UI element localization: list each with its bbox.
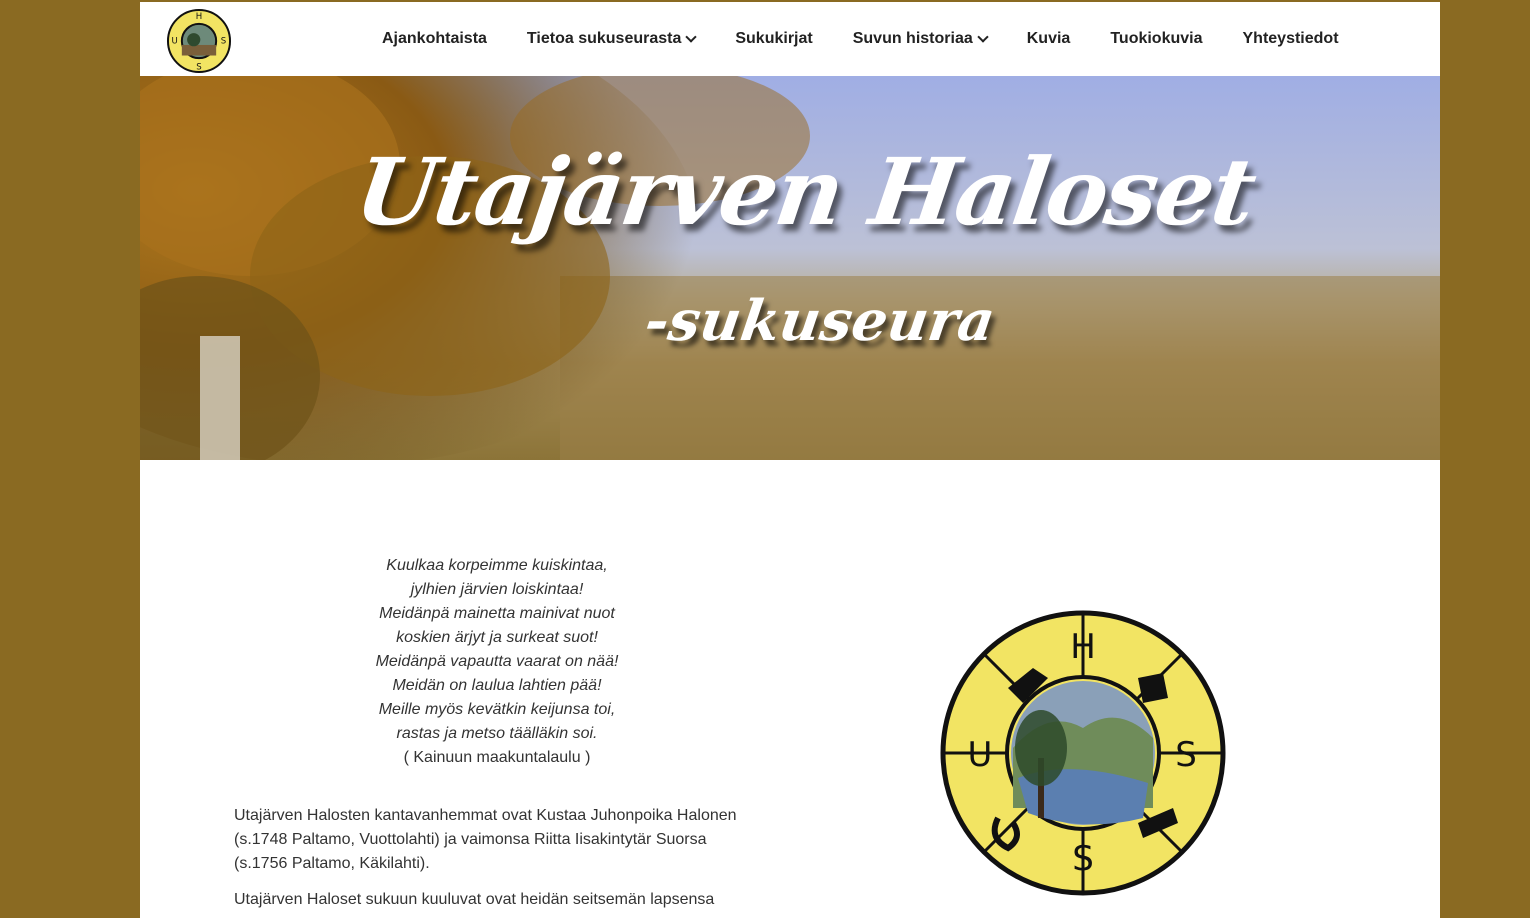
site-header: H U S S Ajankohtaista Tietoa sukuseurast… <box>140 2 1440 76</box>
svg-text:H: H <box>1070 627 1096 667</box>
nav-item-ajankohtaista[interactable]: Ajankohtaista <box>382 30 487 48</box>
intro-paragraph: Utajärven Haloset sukuun kuuluvat ovat h… <box>234 891 715 908</box>
svg-text:H: H <box>196 12 202 22</box>
poem-line: Meidänpä mainetta mainivat nuot <box>379 605 615 622</box>
poem: Kuulkaa korpeimme kuiskintaa, jylhien jä… <box>340 554 654 770</box>
main-nav: Ajankohtaista Tietoa sukuseurasta Sukuki… <box>362 2 1359 76</box>
nav-item-label: Kuvia <box>1026 30 1071 47</box>
nav-item-label: Sukukirjat <box>735 30 813 47</box>
nav-item-sukukirjat[interactable]: Sukukirjat <box>735 30 812 48</box>
nav-item-kuvia[interactable]: Kuvia <box>1027 30 1071 48</box>
intro-paragraph: Utajärven Halosten kantavanhemmat ovat K… <box>234 807 737 872</box>
svg-text:S: S <box>196 62 201 72</box>
hero-banner: Utajärven Haloset -sukuseura <box>140 76 1440 460</box>
nav-item-yhteystiedot[interactable]: Yhteystiedot <box>1243 30 1339 48</box>
nav-item-tuokiokuvia[interactable]: Tuokiokuvia <box>1110 30 1202 48</box>
nav-item-tietoa-sukuseurasta[interactable]: Tietoa sukuseurasta <box>526 30 698 48</box>
nav-item-label: Ajankohtaista <box>382 30 487 47</box>
nav-item-label: Tuokiokuvia <box>1110 30 1203 47</box>
svg-text:S: S <box>221 37 226 47</box>
poem-line: jylhien järvien loiskintaa! <box>410 581 584 598</box>
nav-item-suvun-historiaa[interactable]: Suvun historiaa <box>852 30 989 48</box>
svg-text:U: U <box>171 37 177 47</box>
hero-title: Utajärven Haloset <box>349 138 1261 246</box>
family-emblem: H U S S <box>940 610 1226 896</box>
page: H U S S Ajankohtaista Tietoa sukuseurast… <box>140 2 1440 918</box>
svg-text:S: S <box>1175 735 1197 775</box>
poem-line: Kuulkaa korpeimme kuiskintaa, <box>386 557 608 574</box>
chevron-down-icon <box>977 31 989 43</box>
poem-line: rastas ja metso täälläkin soi. <box>396 725 598 742</box>
chevron-down-icon <box>685 31 698 43</box>
poem-line: Meidän on laulua lahtien pää! <box>392 677 602 694</box>
intro-text: Utajärven Halosten kantavanhemmat ovat K… <box>234 804 754 918</box>
poem-line: Meille myös kevätkin keijunsa toi, <box>378 701 616 718</box>
nav-item-label: Suvun historiaa <box>852 30 973 47</box>
poem-line: Meidänpä vapautta vaarat on nää! <box>375 653 619 670</box>
hero-subtitle: -sukuseura <box>641 288 999 354</box>
site-logo[interactable]: H U S S <box>166 8 232 74</box>
hero-landscape-image <box>140 76 1440 460</box>
svg-text:S: S <box>1072 839 1094 879</box>
svg-text:U: U <box>968 735 993 775</box>
poem-line: koskien ärjyt ja surkeat suot! <box>396 629 598 646</box>
poem-source: ( Kainuun maakuntalaulu ) <box>403 749 591 766</box>
nav-item-label: Yhteystiedot <box>1242 30 1339 47</box>
nav-item-label: Tietoa sukuseurasta <box>526 30 682 47</box>
